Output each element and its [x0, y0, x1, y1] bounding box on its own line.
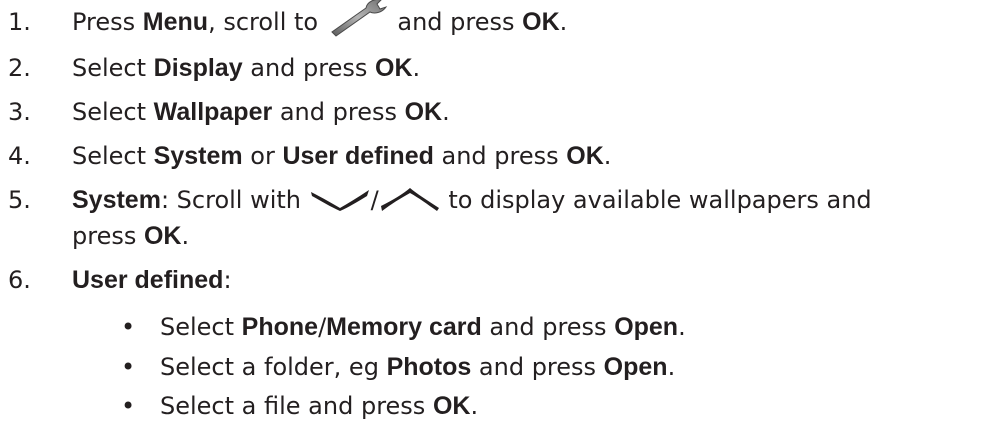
menu-option-wallpaper: Wallpaper	[153, 98, 273, 126]
key-name-ok: OK	[432, 392, 471, 420]
text-run: .	[470, 392, 479, 420]
text-run: .	[678, 313, 686, 341]
step-text: System: Scroll with / to display availab…	[72, 186, 872, 215]
step-text: Press Menu, scroll to and press OK.	[72, 0, 568, 38]
text-run: , scroll to	[208, 8, 326, 36]
text-run: : Scroll with	[160, 186, 309, 214]
menu-option-system: System	[153, 142, 243, 170]
step-text: Select System or User defined and press …	[72, 142, 611, 171]
menu-option-display: Display	[153, 54, 243, 82]
text-run: .	[667, 353, 676, 381]
key-name-ok: OK	[375, 54, 413, 82]
bullet-text: Select Phone/Memory card and press Open.	[160, 313, 686, 342]
text-run: Select a folder, eg	[160, 353, 387, 381]
text-run: and press	[389, 8, 523, 36]
text-run: Press	[72, 8, 143, 36]
step-text: Select Wallpaper and press OK.	[72, 98, 450, 127]
text-run: or	[242, 142, 283, 170]
bullet-marker: •	[121, 392, 136, 420]
text-run: Select	[160, 313, 242, 341]
chevron-down-icon	[310, 190, 369, 211]
step-number: 5.	[8, 186, 31, 214]
bullet-marker: •	[121, 313, 136, 341]
text-run: /	[370, 186, 379, 214]
text-run: press	[72, 222, 144, 250]
key-name-open: Open	[614, 313, 679, 341]
wrench-icon	[330, 0, 387, 37]
key-name-ok: OK	[404, 98, 443, 126]
key-name-ok: OK	[566, 142, 604, 170]
text-run: and press	[272, 98, 405, 126]
step-number: 6.	[8, 266, 31, 294]
text-run: .	[181, 222, 190, 250]
option-phone: Phone	[241, 313, 319, 341]
key-name-open: Open	[603, 353, 668, 381]
bullet-marker: •	[121, 353, 136, 381]
label-user-defined: User defined	[72, 266, 224, 294]
step-text: press OK.	[72, 222, 189, 251]
step-number: 1.	[8, 8, 31, 36]
step-number: 2.	[8, 54, 31, 82]
text-run: .	[559, 8, 568, 36]
text-run: .	[412, 54, 421, 82]
step-number: 4.	[8, 142, 31, 170]
chevron-up-icon	[380, 188, 439, 211]
option-memory-card: Memory card	[326, 313, 482, 341]
label-system: System	[72, 186, 161, 214]
text-run: .	[603, 142, 612, 170]
key-name-menu: Menu	[142, 8, 209, 36]
text-run: Select	[72, 142, 154, 170]
bullet-text: Select a file and press OK.	[160, 392, 478, 421]
text-run: Select a file and press	[160, 392, 433, 420]
text-run: .	[442, 98, 450, 126]
step-text: User defined:	[72, 266, 232, 295]
text-run: to display available wallpapers and	[440, 186, 872, 214]
menu-option-user-defined: User defined	[282, 142, 434, 170]
text-run: and press	[242, 54, 375, 82]
text-run: and press	[433, 142, 567, 170]
text-run: Select	[72, 98, 154, 126]
text-run: and press	[481, 313, 615, 341]
text-run: and press	[471, 353, 604, 381]
step-number: 3.	[8, 98, 31, 126]
text-run: /	[318, 313, 327, 341]
key-name-ok: OK	[522, 8, 560, 36]
text-run: :	[223, 266, 232, 294]
key-name-ok: OK	[143, 222, 182, 250]
folder-photos: Photos	[386, 353, 472, 381]
bullet-text: Select a folder, eg Photos and press Ope…	[160, 353, 675, 382]
text-run: Select	[72, 54, 154, 82]
step-text: Select Display and press OK.	[72, 54, 420, 83]
